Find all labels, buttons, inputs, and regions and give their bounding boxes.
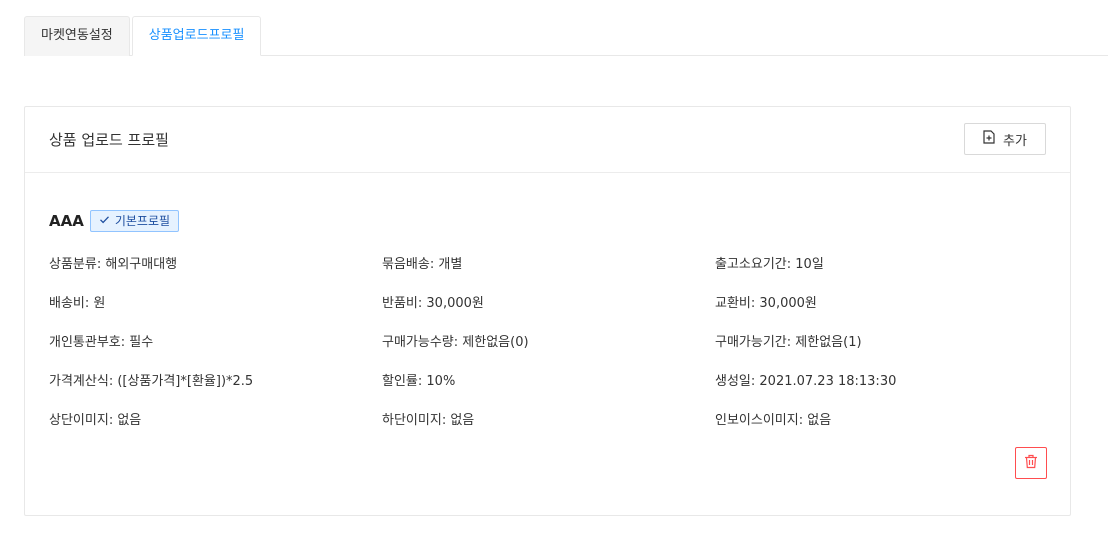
- card-header: 상품 업로드 프로필 추가: [25, 107, 1070, 173]
- profile-header: AAA 기본프로필: [49, 210, 180, 232]
- field-return-fee: 반품비: 30,000원: [382, 296, 484, 311]
- field-price-formula: 가격계산식: ([상품가격]*[환율])*2.5: [49, 374, 254, 389]
- trash-icon: [1024, 454, 1038, 473]
- badge-label: 기본프로필: [114, 214, 171, 228]
- add-button[interactable]: 추가: [964, 123, 1046, 155]
- tab-upload-profile[interactable]: 상품업로드프로필: [131, 16, 262, 56]
- field-top-image: 상단이미지: 없음: [49, 413, 142, 428]
- field-purchase-quantity: 구매가능수량: 제한없음(0): [382, 335, 529, 350]
- file-add-icon: [983, 130, 995, 148]
- field-exchange-fee: 교환비: 30,000원: [715, 296, 817, 311]
- field-created-date: 생성일: 2021.07.23 18:13:30: [715, 374, 897, 389]
- default-profile-badge: 기본프로필: [89, 210, 180, 232]
- delete-button[interactable]: [1015, 447, 1047, 479]
- field-bottom-image: 하단이미지: 없음: [382, 413, 475, 428]
- tab-bar: 마켓연동설정 상품업로드프로필: [24, 16, 1108, 56]
- field-release-period: 출고소요기간: 10일: [715, 257, 824, 272]
- tab-market-integration[interactable]: 마켓연동설정: [24, 16, 130, 56]
- add-button-label: 추가: [1003, 133, 1027, 149]
- check-icon: [99, 211, 110, 231]
- field-shipping-fee: 배송비: 원: [49, 296, 106, 311]
- field-customs-code: 개인통관부호: 필수: [49, 335, 154, 350]
- profile-name: AAA: [49, 212, 84, 230]
- field-bundle-shipping: 묶음배송: 개별: [382, 257, 463, 272]
- field-invoice-image: 인보이스이미지: 없음: [715, 413, 832, 428]
- field-purchase-period: 구매가능기간: 제한없음(1): [715, 335, 862, 350]
- field-category: 상품분류: 해외구매대행: [49, 257, 178, 272]
- upload-profile-card: 상품 업로드 프로필 추가 AAA 기본프로필 상품분류: 해외구매대행 묶음배…: [24, 106, 1071, 516]
- field-discount-rate: 할인률: 10%: [382, 374, 456, 389]
- card-title: 상품 업로드 프로필: [49, 131, 169, 149]
